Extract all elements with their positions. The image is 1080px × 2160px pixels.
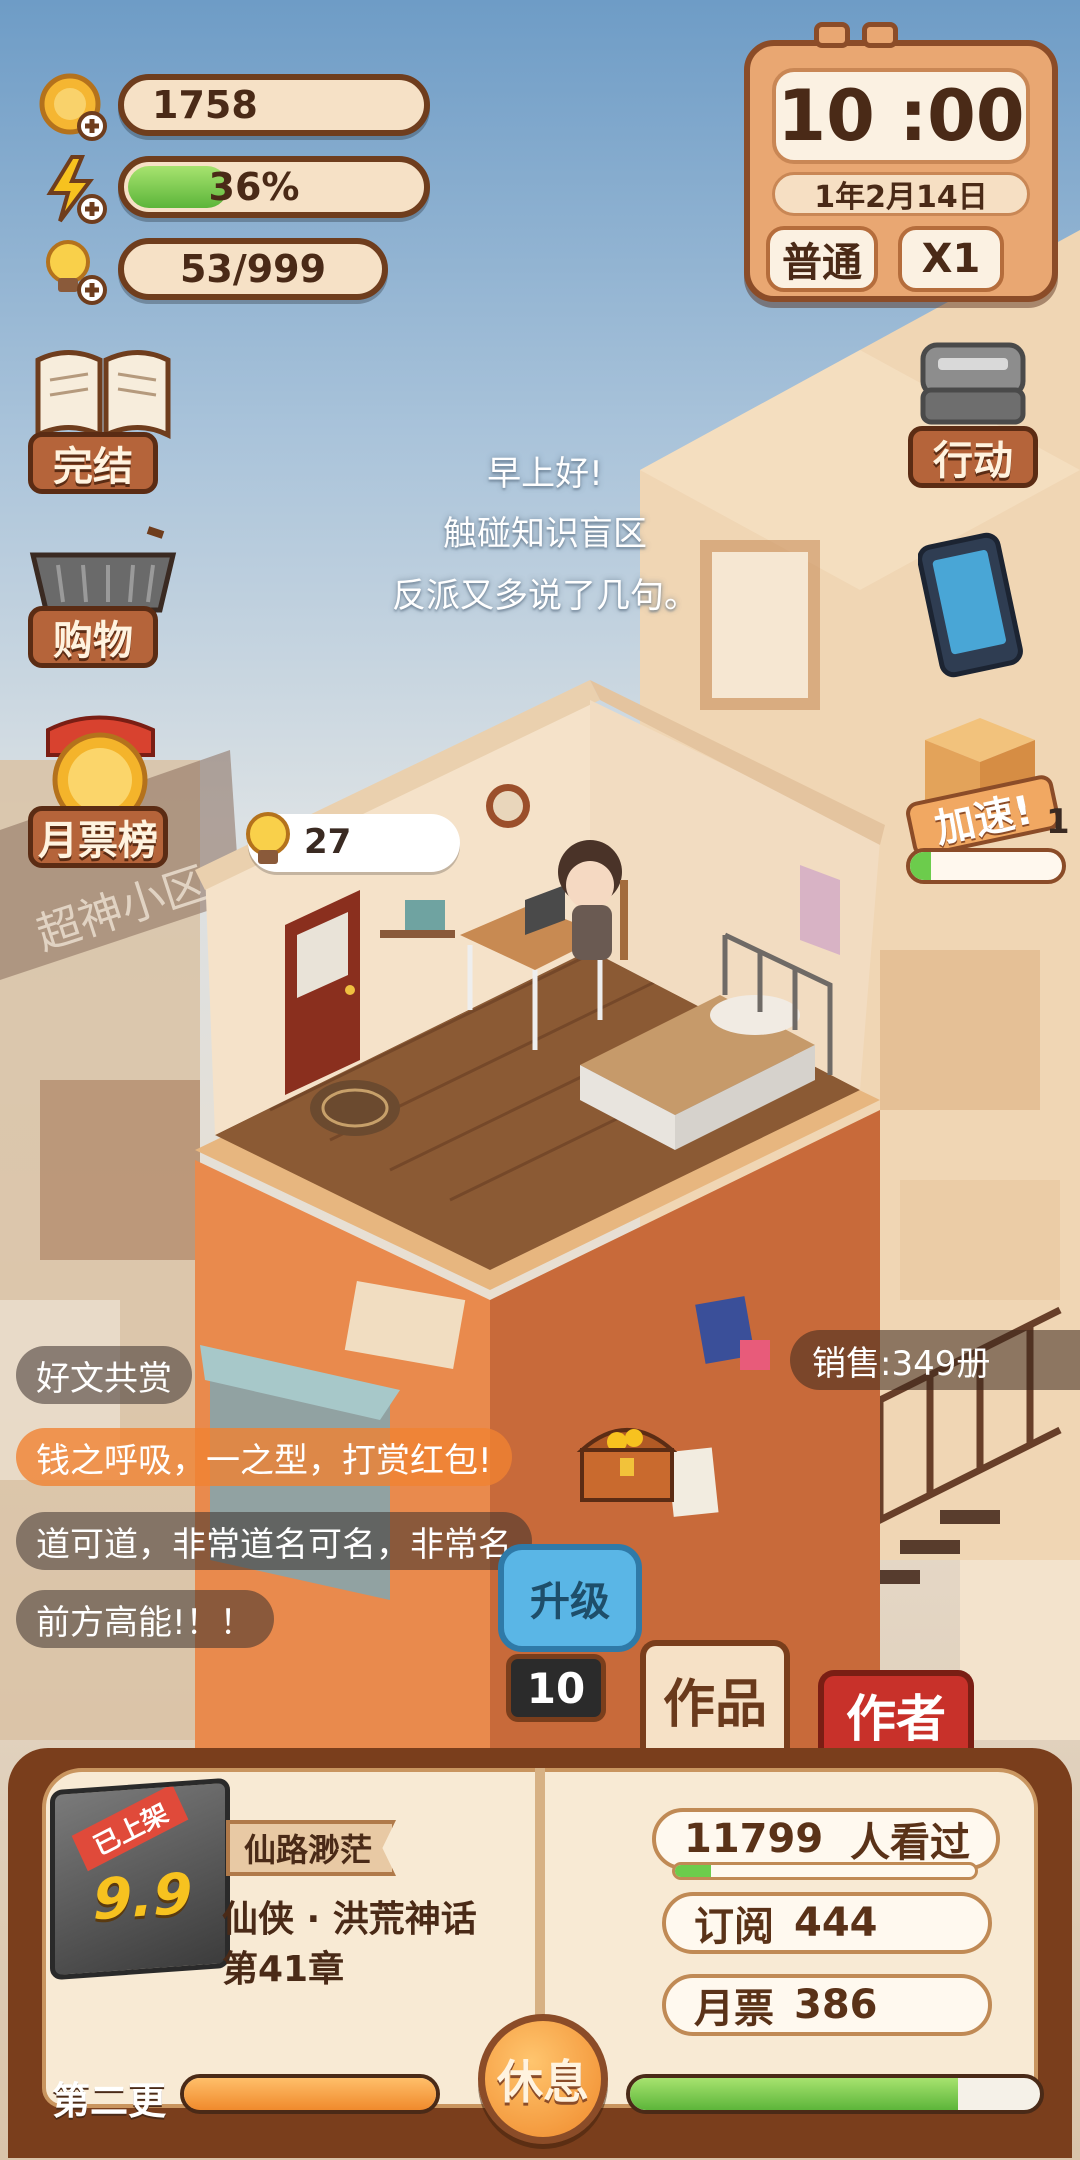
shift-label: 第二更	[52, 2079, 167, 2123]
novel-chapter: 第41章	[222, 1949, 345, 1990]
writing-progress-bar	[626, 2074, 1044, 2114]
viewers-progress	[672, 1862, 978, 1880]
action-button[interactable]: 行动	[908, 340, 1058, 490]
game-scene: 超神小区 1758 36% 53/999 10:00 1年2月14日 普通 X…	[0, 0, 1080, 2160]
subscribe-stat: 订阅 444	[662, 1892, 992, 1954]
upgrade-button[interactable]: 升级	[498, 1544, 642, 1652]
chat-message-3: 道可道，非常道名可名，非常名	[16, 1512, 532, 1570]
viewers-count: 11799	[684, 1816, 824, 1862]
thought-line-2: 触碰知识盲区	[443, 514, 647, 554]
finish-button[interactable]: 完结	[28, 340, 178, 500]
idea-add-icon[interactable]	[38, 236, 108, 306]
thought-line-3: 反派又多说了几句。	[392, 576, 698, 616]
speedup-box[interactable]: 加速! 1	[880, 710, 1080, 900]
action-label: 行动	[908, 426, 1038, 488]
monthly-count: 386	[794, 1982, 878, 2028]
monthly-label: 月票	[694, 1986, 774, 2032]
mode-button[interactable]: 普通	[766, 226, 878, 292]
speedup-progress	[906, 848, 1066, 884]
clock-panel: 10 :00 1年2月14日 普通 X1	[744, 22, 1058, 302]
treasure-chest-icon[interactable]	[572, 1410, 682, 1510]
energy-bar: 36%	[118, 156, 430, 218]
idea-count: 27	[304, 822, 352, 862]
chat-message-1: 好文共赏	[16, 1346, 192, 1404]
idea-bubble[interactable]: 27	[246, 812, 460, 872]
coins-value: 1758	[152, 83, 258, 127]
novel-title: 仙路渺茫	[244, 1831, 373, 1869]
speed-button[interactable]: X1	[898, 226, 1004, 292]
monthly-stat: 月票 386	[662, 1974, 992, 2036]
tablet-icon[interactable]	[917, 532, 1028, 682]
ideas-bar: 53/999	[118, 238, 388, 300]
novel-title-tag: 仙路渺茫	[226, 1820, 396, 1876]
upgrade-label: 升级	[530, 1579, 610, 1625]
ideas-value: 53/999	[179, 247, 327, 291]
level-counter: 10	[506, 1654, 606, 1722]
tab-works-label: 作品	[662, 1674, 767, 1735]
rest-label: 休息	[497, 2055, 589, 2109]
game-time: 10 :00	[772, 68, 1030, 164]
thought-line-1: 早上好!	[487, 454, 603, 494]
novel-panel: 已上架 9.9 仙路渺茫 仙侠 · 洪荒神话 第41章 11799 人看过 订阅…	[0, 1740, 1080, 2160]
ranking-button[interactable]: 月票榜	[28, 710, 178, 880]
sales-label: 销售:349册	[790, 1330, 1080, 1390]
novel-cover[interactable]: 已上架 9.9	[50, 1777, 230, 1981]
ranking-label: 月票榜	[28, 806, 168, 868]
typewriter-icon	[920, 342, 1026, 425]
finish-label: 完结	[28, 432, 158, 494]
viewers-label: 人看过	[850, 1820, 970, 1866]
level-counter-value: 10	[526, 1663, 586, 1713]
coins-bar: 1758	[118, 74, 430, 136]
subscribe-label: 订阅	[694, 1904, 774, 1950]
novel-genre: 仙侠 · 洪荒神话	[222, 1899, 477, 1940]
energy-value: 36%	[208, 165, 300, 209]
shift-progress-bar	[180, 2074, 440, 2114]
rest-button[interactable]: 休息	[478, 2014, 608, 2144]
shop-button[interactable]: 购物	[28, 520, 178, 680]
viewers-stat: 11799 人看过	[652, 1808, 1000, 1870]
energy-add-icon[interactable]	[38, 155, 108, 225]
tab-works[interactable]: 作品	[640, 1640, 790, 1752]
shop-label: 购物	[28, 606, 158, 668]
published-badge: 已上架	[71, 1784, 189, 1872]
chat-message-2: 钱之呼吸，一之型，打赏红包!	[16, 1428, 512, 1486]
game-date: 1年2月14日	[772, 172, 1030, 216]
chat-message-4: 前方高能!！！	[16, 1590, 274, 1648]
subscribe-count: 444	[794, 1900, 878, 1946]
speedup-count: 1	[1046, 802, 1070, 842]
coin-add-icon[interactable]	[38, 72, 108, 142]
lightbulb-icon	[246, 812, 290, 864]
shopping-basket-icon	[29, 526, 177, 613]
novel-rating: 9.9	[93, 1861, 193, 1934]
